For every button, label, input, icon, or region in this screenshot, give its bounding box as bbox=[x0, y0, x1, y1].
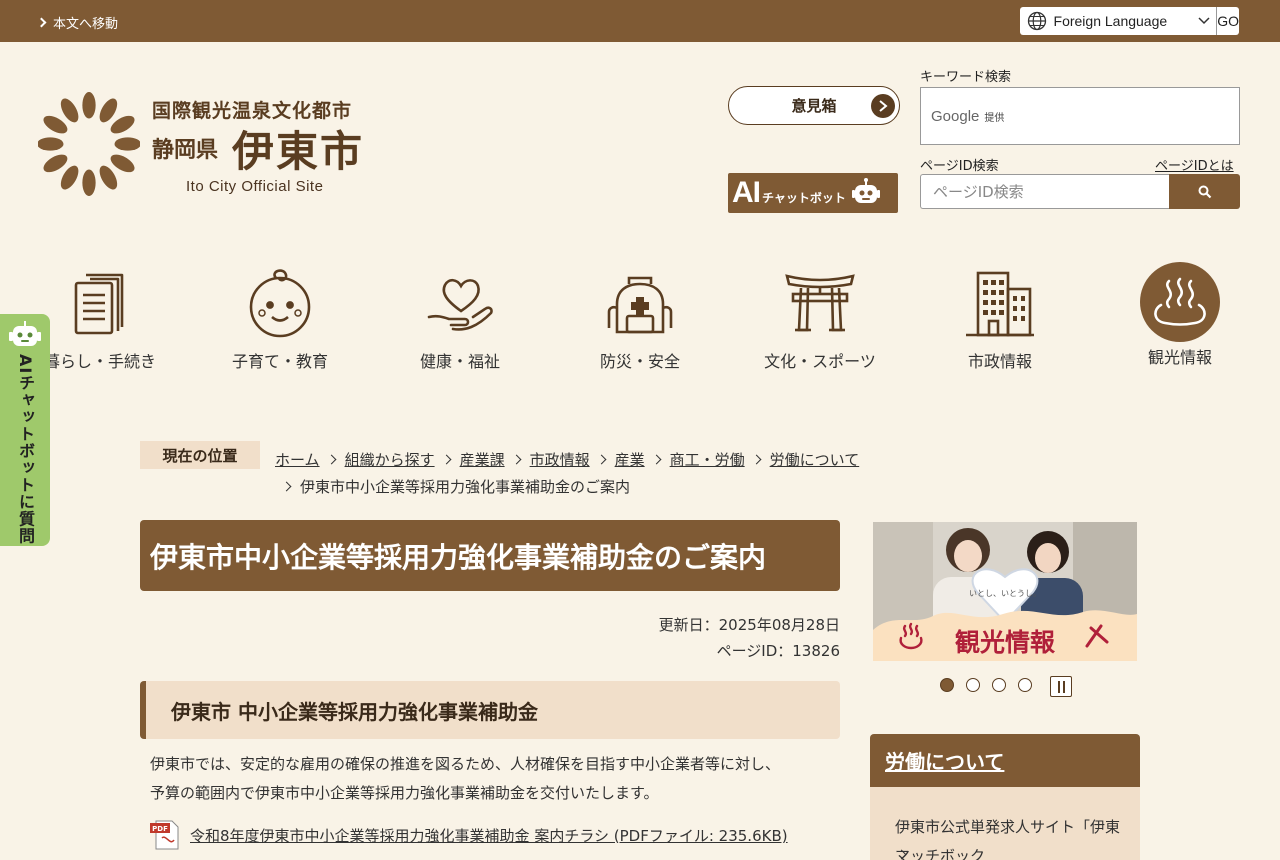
section-heading: 伊東市 中小企業等採用力強化事業補助金 bbox=[140, 681, 840, 739]
language-dropdown[interactable]: Foreign Language bbox=[1054, 7, 1218, 35]
nav-item-tourism[interactable]: 観光情報 bbox=[1100, 262, 1260, 367]
banner-title: 観光情報 bbox=[955, 628, 1056, 657]
chevron-right-icon bbox=[596, 454, 607, 465]
logo-prefecture: 静岡県 bbox=[152, 138, 219, 163]
breadcrumb-current-label: 伊東市中小企業等採用力強化事業補助金のご案内 bbox=[300, 478, 631, 496]
language-dropdown-label: Foreign Language bbox=[1053, 13, 1168, 29]
breadcrumb-label: 現在の位置 bbox=[140, 441, 260, 469]
document-icon bbox=[58, 262, 142, 346]
chevron-right-icon bbox=[326, 454, 337, 465]
robot-icon bbox=[9, 321, 41, 346]
breadcrumb-current: 伊東市中小企業等採用力強化事業補助金のご案内 bbox=[275, 473, 915, 502]
breadcrumb-link[interactable]: 産業 bbox=[615, 451, 645, 469]
google-provided-label: 提供 bbox=[984, 112, 1005, 124]
city-emblem-icon bbox=[38, 92, 140, 196]
nav-label: 観光情報 bbox=[1147, 348, 1212, 367]
pause-bar bbox=[1057, 680, 1060, 693]
building-icon bbox=[958, 262, 1042, 346]
pdf-download-link[interactable]: PDF 令和8年度伊東市中小企業等採用力強化事業補助金 案内チラシ (PDFファ… bbox=[150, 820, 788, 850]
page-id-search-label: ページID検索 bbox=[920, 159, 999, 174]
skip-link-label: 本文へ移動 bbox=[53, 17, 119, 32]
breadcrumb-link[interactable]: 産業課 bbox=[460, 451, 505, 469]
ai-chatbot-banner[interactable]: AI チャットボット bbox=[728, 173, 898, 213]
search-icon bbox=[1198, 185, 1211, 198]
sidebar-link[interactable]: 伊東市公式単発求人サイト「伊東マッチボック bbox=[895, 813, 1125, 860]
site-logo[interactable]: 国際観光温泉文化都市 静岡県 伊東市 Ito City Official Sit… bbox=[38, 92, 378, 202]
page-id-help-link[interactable]: ページIDとは bbox=[1155, 155, 1234, 174]
side-chatbot-label: AIチャットボットに質問 bbox=[16, 354, 35, 545]
chatbot-ai-label: AI bbox=[732, 176, 761, 209]
breadcrumb-link[interactable]: 市政情報 bbox=[530, 451, 590, 469]
language-selector: Foreign Language GO bbox=[1020, 7, 1239, 35]
nav-label: 市政情報 bbox=[967, 352, 1032, 371]
chevron-right-icon bbox=[511, 454, 522, 465]
breadcrumb-link[interactable]: 労働について bbox=[770, 451, 860, 469]
slider-pause-button[interactable] bbox=[1050, 676, 1072, 697]
globe-icon bbox=[1020, 7, 1054, 35]
chevron-right-icon bbox=[36, 17, 47, 28]
svg-text:PDF: PDF bbox=[152, 825, 168, 833]
chatbot-text-label: チャットボット bbox=[762, 190, 846, 205]
google-wordmark: Google bbox=[931, 107, 980, 125]
chevron-right-icon bbox=[441, 454, 452, 465]
banner-caption: いとし、いとうし。 bbox=[969, 589, 1041, 598]
global-nav: 暮らし・手続き 子育て・教育 健康・福祉 防災・安全 文化・スポーツ 市政情報 … bbox=[10, 262, 1270, 392]
slider-dot[interactable] bbox=[992, 678, 1006, 692]
torii-gate-icon bbox=[778, 262, 862, 346]
body-text: 伊東市では、安定的な雇用の確保の推進を図るため、人材確保を目指す中小企業者等に対… bbox=[150, 750, 840, 808]
baby-face-icon bbox=[238, 262, 322, 346]
page-id-search-button[interactable] bbox=[1169, 174, 1240, 209]
page-title: 伊東市中小企業等採用力強化事業補助金のご案内 bbox=[140, 520, 840, 591]
nav-item-city-government[interactable]: 市政情報 bbox=[920, 262, 1080, 371]
slider-dot[interactable] bbox=[940, 678, 954, 692]
side-ai-chatbot-tab[interactable]: AIチャットボットに質問 bbox=[0, 314, 50, 546]
page-id: ページID：13826 bbox=[716, 642, 840, 660]
nav-label: 健康・福祉 bbox=[419, 352, 500, 371]
tourism-banner-image: いとし、いとうし。 観光情報 bbox=[873, 522, 1137, 661]
body-paragraph-line: 伊東市では、安定的な雇用の確保の推進を図るため、人材確保を目指す中小企業者等に対… bbox=[150, 755, 781, 773]
skip-to-content-link[interactable]: 本文へ移動 bbox=[36, 13, 119, 32]
chevron-right-icon bbox=[651, 454, 662, 465]
nav-item-culture-sports[interactable]: 文化・スポーツ bbox=[740, 262, 900, 371]
keyword-search-input[interactable]: Google 提供 bbox=[920, 87, 1240, 145]
tourism-banner[interactable]: いとし、いとうし。 観光情報 bbox=[873, 522, 1137, 661]
opinion-box-button[interactable]: 意見箱 bbox=[728, 86, 900, 125]
sidebar-section-heading[interactable]: 労働について bbox=[870, 734, 1140, 787]
nav-label: 子育て・教育 bbox=[231, 352, 328, 371]
pdf-link-label: 令和8年度伊東市中小企業等採用力強化事業補助金 案内チラシ (PDFファイル: … bbox=[190, 826, 788, 845]
emergency-bag-icon bbox=[598, 262, 682, 346]
updated-date: 更新日：2025年08月28日 bbox=[658, 616, 840, 634]
breadcrumb-link[interactable]: ホーム bbox=[275, 451, 320, 469]
logo-english-name: Ito City Official Site bbox=[186, 178, 324, 195]
language-go-button[interactable]: GO bbox=[1217, 13, 1239, 29]
nav-label: 防災・安全 bbox=[599, 352, 680, 371]
banner-slider-dots bbox=[940, 678, 1032, 692]
robot-icon bbox=[851, 178, 880, 203]
top-bar: 本文へ移動 Foreign Language GO bbox=[0, 0, 1280, 42]
sidebar-section-body: 伊東市公式単発求人サイト「伊東マッチボック bbox=[870, 787, 1140, 860]
opinion-box-label: 意見箱 bbox=[791, 97, 837, 115]
heart-hand-icon bbox=[418, 262, 502, 346]
breadcrumb: ホーム 組織から探す 産業課 市政情報 産業 商工・労働 労働について 伊東市中小企業等採用… bbox=[275, 446, 915, 502]
nav-item-disaster-safety[interactable]: 防災・安全 bbox=[560, 262, 720, 371]
chevron-right-icon bbox=[751, 454, 762, 465]
hot-spring-icon bbox=[1140, 262, 1220, 342]
logo-city-name: 伊東市 bbox=[232, 127, 365, 176]
slider-dot[interactable] bbox=[966, 678, 980, 692]
arrow-right-icon bbox=[871, 94, 895, 118]
nav-item-health[interactable]: 健康・福祉 bbox=[380, 262, 540, 371]
pdf-file-icon: PDF bbox=[150, 820, 179, 850]
body-paragraph-line: 予算の範囲内で伊東市中小企業等採用力強化事業補助金を交付いたします。 bbox=[150, 784, 659, 802]
keyword-search-label: キーワード検索 bbox=[920, 70, 1012, 85]
page-id-search-input[interactable] bbox=[920, 174, 1170, 209]
chevron-right-icon bbox=[281, 481, 292, 492]
breadcrumb-link[interactable]: 組織から探す bbox=[345, 451, 435, 469]
nav-label: 文化・スポーツ bbox=[764, 352, 876, 371]
nav-item-childcare[interactable]: 子育て・教育 bbox=[200, 262, 360, 371]
pause-bar bbox=[1062, 680, 1065, 693]
chevron-down-icon bbox=[1198, 17, 1210, 25]
slider-dot[interactable] bbox=[1018, 678, 1032, 692]
breadcrumb-link[interactable]: 商工・労働 bbox=[670, 451, 745, 469]
